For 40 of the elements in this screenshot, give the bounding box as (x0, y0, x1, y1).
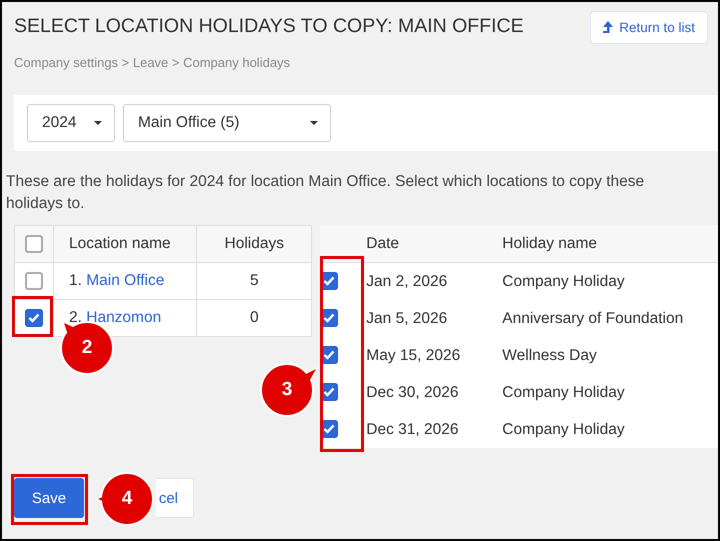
table-cell: Company Holiday (502, 374, 718, 411)
row-index: 1. (69, 272, 82, 289)
table-cell: Anniversary of Foundation (502, 300, 718, 337)
location-link[interactable]: Main Office (86, 272, 164, 289)
save-button[interactable]: Save (14, 478, 84, 518)
column-header: Holidays (196, 226, 312, 262)
breadcrumb: Company settings > Leave > Company holidays (13, 54, 292, 70)
check-icon (28, 312, 40, 323)
table-cell: May 15, 2026 (366, 337, 502, 374)
check-icon (323, 387, 336, 398)
check-icon (323, 350, 336, 360)
table-cell: 0 (196, 300, 312, 336)
check-icon (323, 424, 336, 434)
year-dropdown[interactable]: 2024 (27, 104, 115, 142)
checkbox[interactable] (25, 272, 43, 290)
caret-icon (310, 121, 318, 125)
description-text: These are the holidays for 2024 for location Main Office. Select which locations to copy these holidays to. (5, 172, 646, 214)
highlight-frame (12, 296, 53, 337)
location-link[interactable]: Hanzomon (86, 309, 162, 326)
return-button[interactable]: Return to list (590, 11, 708, 44)
table-cell: 5 (196, 262, 312, 300)
check-icon (323, 276, 336, 286)
table-cell: Dec 31, 2026 (366, 411, 502, 448)
page-title: SELECT LOCATION HOLIDAYS TO COPY: MAIN OFFICE (14, 15, 524, 38)
column-header: Location name (54, 226, 197, 262)
check-icon (323, 313, 336, 324)
table-cell: Dec 30, 2026 (366, 374, 502, 411)
table-cell: Wellness Day (502, 337, 718, 374)
upload-arrow-icon (603, 20, 614, 34)
table-cell: Company Holiday (502, 411, 718, 448)
checkbox[interactable] (25, 234, 43, 253)
cancel-button[interactable]: cel (156, 478, 194, 518)
column-header: Holiday name (502, 225, 718, 262)
caret-icon (94, 121, 102, 125)
column-header: Date (366, 225, 502, 262)
table-cell: Jan 2, 2026 (366, 262, 502, 300)
location-dropdown[interactable]: Main Office (5) (123, 104, 331, 142)
checkbox[interactable] (25, 308, 43, 327)
table-cell: Company Holiday (502, 262, 718, 300)
table-cell: Jan 5, 2026 (366, 300, 502, 337)
